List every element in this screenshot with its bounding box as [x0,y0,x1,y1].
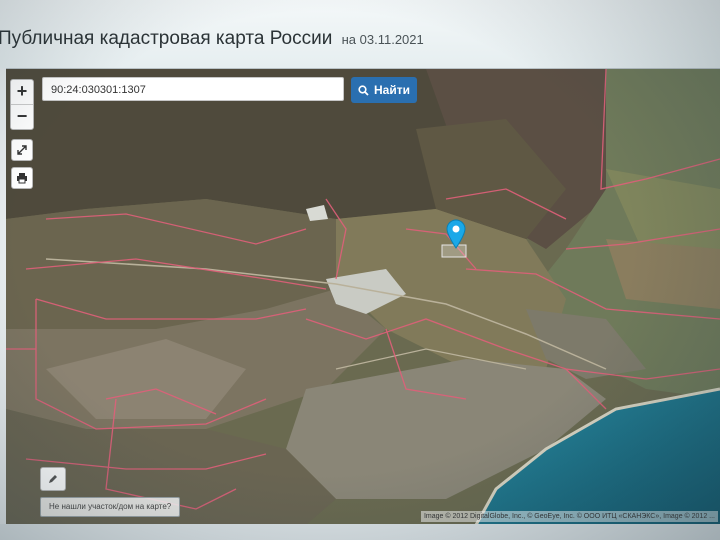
page-title-text: Публичная кадастровая карта России [0,28,333,49]
zoom-out-button[interactable]: − [11,104,33,129]
find-button[interactable]: Найти [351,77,417,103]
zoom-in-button[interactable]: + [11,80,33,104]
satellite-imagery [6,69,720,525]
fullscreen-button[interactable] [11,139,33,161]
edit-button[interactable] [40,467,66,491]
print-icon [17,173,27,184]
location-pin-icon [446,219,466,249]
page-footer [0,524,720,540]
cadastral-map[interactable]: + − 90:24:030301:1307 Найти Не нашли уча… [6,68,720,525]
map-attribution: Image © 2012 DigitalGlobe, Inc., © GeoEy… [420,511,718,522]
cadastral-number-input[interactable]: 90:24:030301:1307 [42,77,344,101]
find-button-label: Найти [374,83,410,97]
print-button[interactable] [11,167,33,189]
page-title-date: на 03.11.2021 [341,32,424,47]
page-header: Публичная кадастровая карта России на 03… [0,0,720,68]
not-found-link[interactable]: Не нашли участок/дом на карте? [40,497,181,517]
search-icon [358,84,369,96]
expand-icon [17,145,27,155]
location-pin[interactable] [446,219,466,254]
page-title: Публичная кадастровая карта России на 03… [0,28,424,50]
pencil-icon [49,475,57,483]
zoom-control: + − [10,79,34,130]
